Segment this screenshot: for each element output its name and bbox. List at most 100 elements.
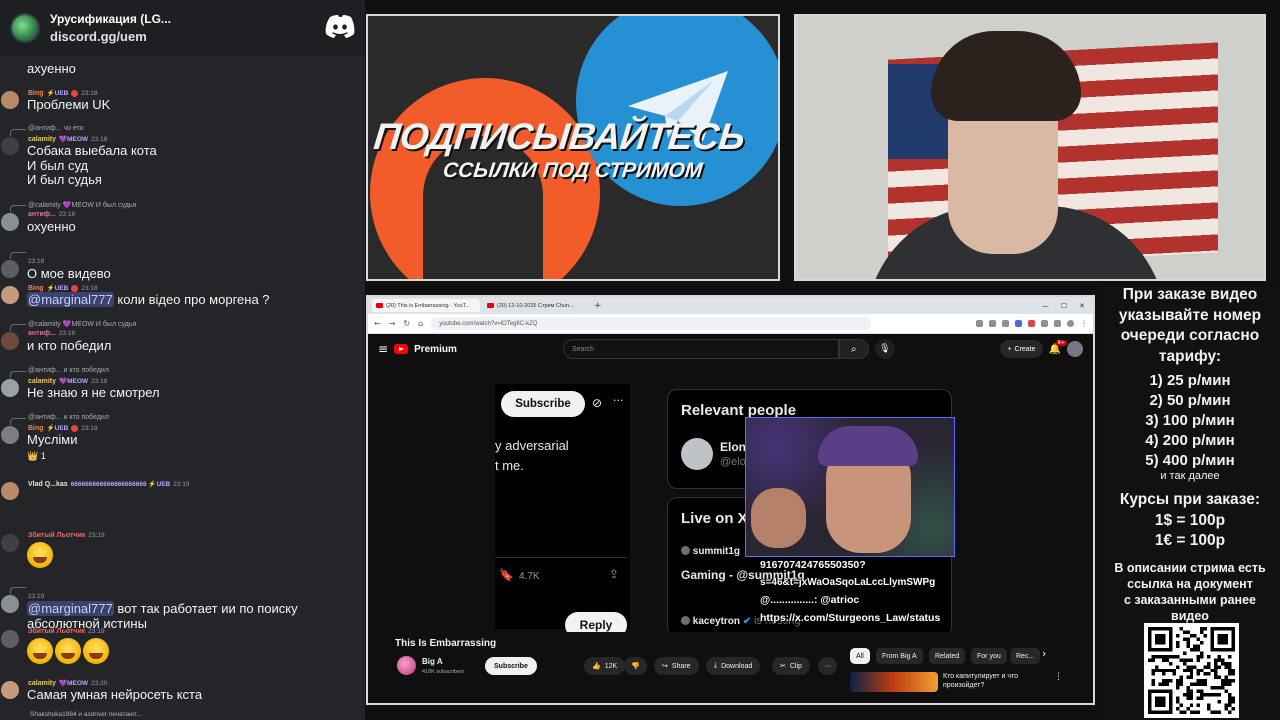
user-avatar[interactable] bbox=[1, 213, 19, 231]
timestamp: 23:18 bbox=[58, 330, 76, 337]
extension-icon[interactable] bbox=[1028, 320, 1035, 327]
like-button[interactable]: 👍 12K bbox=[584, 657, 626, 675]
tab-strip: (20) This is Embarrassing · YouT... (20)… bbox=[368, 297, 1093, 314]
voice-search-button[interactable]: 🎙 bbox=[874, 339, 895, 359]
minimize-icon[interactable]: — bbox=[1042, 302, 1049, 310]
typing-indicator: Shakshuka1984 и asdriver печатают... bbox=[30, 711, 142, 718]
user-avatar[interactable] bbox=[1, 379, 19, 397]
extension-icon[interactable] bbox=[1041, 320, 1048, 327]
new-tab-button[interactable]: + bbox=[594, 301, 602, 311]
user-avatar[interactable] bbox=[1, 332, 19, 350]
youtube-brand[interactable]: Premium bbox=[414, 344, 457, 355]
user-avatar[interactable] bbox=[1, 534, 19, 552]
reply-preview[interactable]: @антиф... чо ето bbox=[28, 125, 84, 132]
recommended-video-thumbnail[interactable] bbox=[850, 672, 938, 692]
user-avatar[interactable] bbox=[1, 630, 19, 648]
bookmark-icon[interactable] bbox=[1002, 320, 1009, 327]
microphone-icon: 🎙 bbox=[879, 344, 891, 354]
author-name[interactable]: Vlad Q...kas bbox=[28, 481, 68, 488]
chip-from-big-a[interactable]: From Big A bbox=[876, 648, 923, 664]
youtube-logo-icon[interactable] bbox=[394, 344, 409, 354]
user-avatar[interactable] bbox=[1, 482, 19, 500]
extension-icon[interactable] bbox=[989, 320, 996, 327]
user-avatar[interactable] bbox=[1, 286, 19, 304]
server-logo bbox=[10, 12, 40, 43]
reload-icon[interactable]: ↻ bbox=[403, 319, 410, 328]
kacey-name: kaceytron bbox=[692, 616, 741, 627]
tab-stream[interactable]: (20) 12-10-2025 Стрим Chun... bbox=[483, 299, 591, 312]
back-icon[interactable]: ← bbox=[374, 319, 381, 328]
author-name[interactable]: Bing bbox=[28, 90, 44, 97]
url-field[interactable]: youtube.com/watch?v=lOTeg8C-kZQ bbox=[431, 317, 872, 330]
author-line: 23:18 bbox=[28, 258, 44, 265]
server-invite-link[interactable]: discord.gg/uem bbox=[50, 29, 171, 44]
message-text: О мое видево bbox=[27, 266, 111, 281]
profile-icon[interactable] bbox=[1067, 320, 1074, 327]
close-icon[interactable]: ✕ bbox=[1079, 302, 1085, 310]
chips-next-icon[interactable]: › bbox=[1042, 647, 1046, 660]
laughing-emoji-icon bbox=[27, 638, 53, 664]
reply-preview[interactable]: @calamity 💜MEOW И был судья bbox=[28, 320, 136, 328]
channel-name[interactable]: Big A bbox=[422, 657, 443, 666]
create-button[interactable]: + Create bbox=[1000, 340, 1043, 358]
webcam-panel bbox=[794, 14, 1266, 281]
reply-preview[interactable]: @антиф... и кто победил bbox=[28, 414, 109, 421]
search-button[interactable]: ⌕ bbox=[838, 339, 869, 359]
reaction[interactable]: 👑 1 bbox=[27, 449, 46, 464]
clip-button[interactable]: ✂ Clip bbox=[772, 657, 810, 675]
search-icon: ⌕ bbox=[851, 343, 857, 355]
forward-icon[interactable]: → bbox=[389, 319, 396, 328]
author-line: антиф... 23:18 bbox=[28, 330, 75, 337]
chip-recent[interactable]: Rec... bbox=[1010, 648, 1041, 664]
user-avatar[interactable] bbox=[1, 91, 19, 109]
download-button[interactable]: ⤓ Download bbox=[706, 657, 761, 675]
author-name[interactable]: Bing bbox=[28, 425, 44, 432]
reply-preview[interactable]: @антиф... и кто победил bbox=[28, 367, 109, 374]
chip-related[interactable]: Related bbox=[929, 648, 966, 664]
notifications-bell-icon[interactable]: 🔔 9+ bbox=[1049, 339, 1067, 355]
author-name[interactable]: антиф... bbox=[28, 330, 56, 337]
search-input[interactable]: Search bbox=[562, 339, 839, 359]
tab-youtube-video[interactable]: (20) This is Embarrassing · YouT... bbox=[372, 299, 480, 312]
chip-all[interactable]: All bbox=[850, 648, 870, 664]
home-icon[interactable]: ⌂ bbox=[418, 319, 423, 328]
user-mention[interactable]: @marginal777 bbox=[27, 292, 114, 307]
maximize-icon[interactable]: ☐ bbox=[1061, 302, 1067, 310]
emoji-message bbox=[27, 542, 55, 572]
author-name[interactable]: calamity bbox=[28, 136, 56, 143]
extension-icon[interactable] bbox=[1015, 320, 1022, 327]
user-avatar[interactable] bbox=[1, 681, 19, 699]
menu-dots-icon[interactable]: ⋮ bbox=[1080, 320, 1088, 328]
laughing-emoji-icon bbox=[83, 638, 109, 664]
reaction-emoji-icon: 👑 bbox=[27, 451, 39, 461]
author-name[interactable]: антиф... bbox=[28, 211, 56, 218]
more-dots-icon: ··· bbox=[613, 394, 624, 407]
hamburger-menu-icon[interactable]: ≡ bbox=[378, 342, 388, 356]
account-avatar[interactable] bbox=[1067, 341, 1083, 357]
user-avatar[interactable] bbox=[1, 137, 19, 155]
share-button[interactable]: ↪ Share bbox=[654, 657, 699, 675]
author-name[interactable]: calamity bbox=[28, 378, 56, 385]
user-mention[interactable]: @marginal777 bbox=[27, 601, 114, 616]
promo-title: ПОДПИСЫВАЙТЕСЬ bbox=[371, 116, 747, 157]
reply-preview[interactable]: @calamity 💜MEOW И был судья bbox=[28, 201, 136, 209]
user-avatar[interactable] bbox=[1, 426, 19, 444]
author-line: calamity 💜MEOW 23:18 bbox=[28, 135, 107, 144]
subscribe-button[interactable]: Subscribe bbox=[485, 657, 537, 675]
author-name[interactable]: Bing bbox=[28, 285, 44, 292]
message-text: и кто победил bbox=[27, 338, 112, 353]
chip-for-you[interactable]: For you bbox=[971, 648, 1007, 664]
dislike-button[interactable]: 👎 bbox=[624, 657, 647, 675]
recommended-video-title[interactable]: Кто капитулирует и что произойдет? bbox=[943, 672, 1018, 690]
rec-more-icon[interactable]: ⋮ bbox=[1054, 672, 1063, 682]
user-avatar[interactable] bbox=[1, 260, 19, 278]
author-name[interactable]: calamity bbox=[28, 680, 56, 687]
author-name[interactable]: Збитый Льотчик bbox=[28, 532, 85, 539]
author-name[interactable]: Збитый Льотчик bbox=[28, 628, 85, 635]
extensions-puzzle-icon[interactable] bbox=[1054, 320, 1061, 327]
zoom-icon[interactable] bbox=[976, 320, 983, 327]
user-avatar[interactable] bbox=[1, 595, 19, 613]
more-actions-button[interactable]: ··· bbox=[818, 657, 837, 675]
channel-avatar[interactable] bbox=[397, 656, 416, 675]
streamer-pip-overlay bbox=[745, 417, 955, 557]
